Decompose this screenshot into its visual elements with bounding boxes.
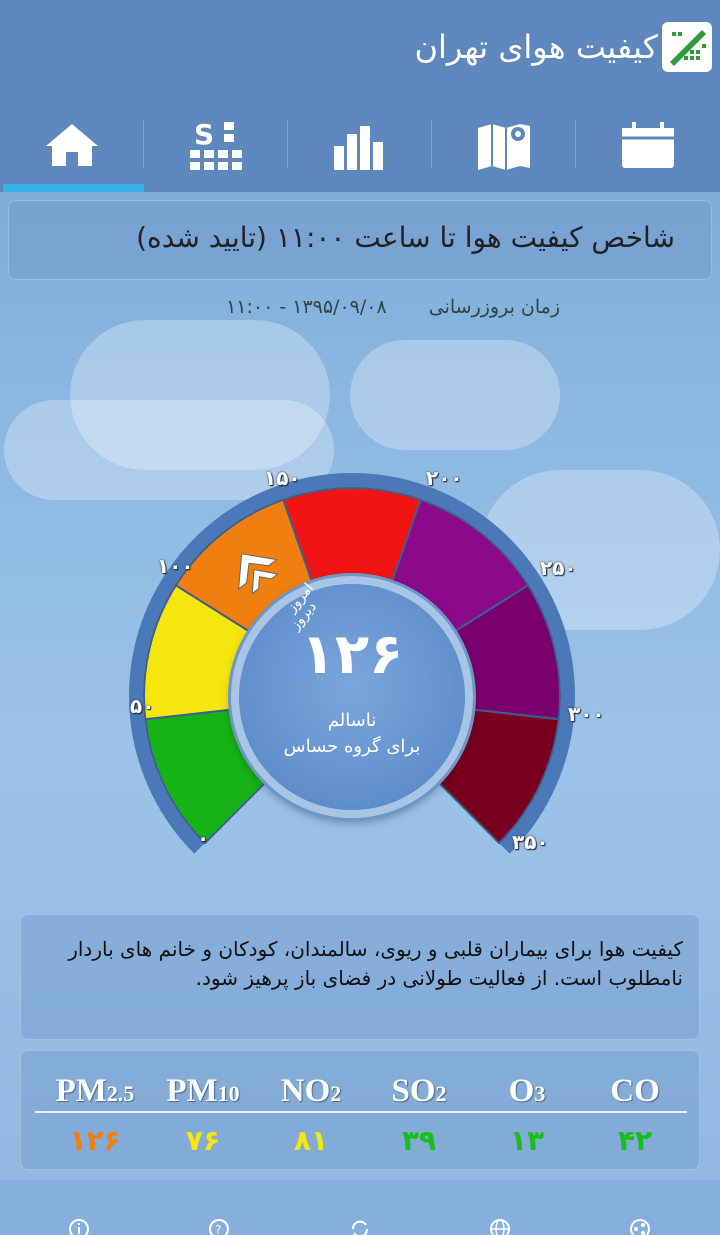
pollutant-value: ۱۲۶: [69, 1124, 121, 1157]
aqi-heading: شاخص کیفیت هوا تا ساعت ۱۱:۰۰ (تایید شده): [136, 221, 675, 254]
svg-text:S: S: [194, 120, 214, 151]
aqi-value: ۱۲۶: [300, 622, 404, 687]
calendar-icon: [622, 122, 674, 168]
bar-chart-icon: [334, 126, 383, 170]
pollutant-name: NO2: [257, 1073, 365, 1110]
pollutant-subscript: 2: [435, 1081, 447, 1106]
pollutant-base: PM: [55, 1073, 107, 1109]
pollutant-name: PM10: [149, 1073, 257, 1110]
pollutant-value: ۷۶: [185, 1124, 221, 1157]
tab-stations[interactable]: S: [144, 100, 288, 192]
help-icon[interactable]: ?: [208, 1218, 230, 1235]
pollutant-base: PM: [166, 1073, 218, 1109]
update-label: زمان بروزرسانی: [428, 296, 560, 318]
app-header: کیفیت هوای تهران: [0, 0, 720, 100]
cloud-decoration: [70, 320, 330, 470]
pollutant-column: SO2 ۳۹: [365, 1073, 473, 1157]
pollutant-column: PM2.5 ۱۲۶: [41, 1073, 149, 1157]
gauge-tick-100: ۱۰۰: [157, 554, 194, 578]
gauge-tick-200: ۲۰۰: [426, 466, 463, 490]
stations-grid-icon: S: [190, 120, 242, 170]
aqi-heading-box: شاخص کیفیت هوا تا ساعت ۱۱:۰۰ (تایید شده): [8, 200, 712, 280]
tab-home[interactable]: [0, 100, 144, 192]
pollutant-value: ۳۹: [401, 1124, 437, 1157]
pollutant-base: CO: [610, 1073, 660, 1109]
gauge-tick-250: ۲۵۰: [540, 556, 577, 580]
pollutant-subscript: 10: [217, 1081, 240, 1106]
pollutant-base: NO: [280, 1073, 331, 1109]
pollutant-name: PM2.5: [41, 1073, 149, 1110]
aqi-status-line2: برای گروه حساس: [283, 736, 421, 757]
pollutants-panel: PM2.5 ۱۲۶ PM10 ۷۶ NO2 ۸۱ SO2 ۳۹ O3 ۱۳ CO ۴۲: [20, 1050, 700, 1170]
tab-map[interactable]: [432, 100, 576, 192]
pollutant-column: O3 ۱۳: [473, 1073, 581, 1157]
gauge-tick-50: ۵۰: [130, 694, 155, 718]
gauge-tick-150: ۱۵۰: [264, 466, 301, 490]
pollutant-base: SO: [391, 1073, 436, 1109]
pollutant-base: O: [508, 1073, 535, 1109]
gauge-tick-300: ۳۰۰: [568, 702, 605, 726]
svg-text:?: ?: [215, 1223, 221, 1235]
gauge-tick-350: ۳۵۰: [512, 830, 549, 854]
share-icon[interactable]: [629, 1218, 651, 1235]
pollutant-column: NO2 ۸۱: [257, 1073, 365, 1157]
app-title: کیفیت هوای تهران: [414, 28, 658, 66]
aqi-status-line1: ناسالم: [327, 710, 377, 731]
home-icon: [46, 124, 98, 166]
bottom-bar: ?: [0, 1180, 720, 1235]
health-advice-text: کیفیت هوا برای بیماران قلبی و ریوی، سالم…: [68, 937, 683, 990]
pollutant-value: ۴۲: [617, 1124, 653, 1157]
health-advice-box: کیفیت هوا برای بیماران قلبی و ریوی، سالم…: [20, 914, 700, 1040]
tab-bar: S: [0, 100, 720, 192]
aqi-status: ناسالم برای گروه حساس: [239, 708, 465, 760]
pollutant-value: ۱۳: [509, 1124, 545, 1157]
tab-charts[interactable]: [288, 100, 432, 192]
tab-calendar[interactable]: [576, 100, 720, 192]
pollutant-subscript: 2: [330, 1081, 342, 1106]
gauge-tick-0: ۰: [197, 826, 210, 850]
app-logo: [662, 22, 712, 72]
update-time: ۱۳۹۵/۰۹/۰۸ - ۱۱:۰۰: [226, 296, 387, 318]
pollutant-name: SO2: [365, 1073, 473, 1110]
pollutant-subscript: 3: [534, 1081, 546, 1106]
globe-icon[interactable]: [489, 1218, 511, 1235]
pollutant-column: PM10 ۷۶: [149, 1073, 257, 1157]
map-pin-icon: [478, 124, 530, 170]
update-info: زمان بروزرسانی ۱۳۹۵/۰۹/۰۸ - ۱۱:۰۰: [160, 296, 560, 318]
pollutant-name: O3: [473, 1073, 581, 1110]
cloud-decoration: [350, 340, 560, 450]
refresh-icon[interactable]: [349, 1218, 371, 1235]
gauge-center: ۱۲۶ ناسالم برای گروه حساس: [231, 576, 473, 818]
pollutant-value: ۸۱: [293, 1124, 329, 1157]
pollutant-name: CO: [581, 1073, 689, 1110]
info-icon[interactable]: [68, 1218, 90, 1235]
pollutant-subscript: 2.5: [106, 1081, 135, 1106]
pollutant-column: CO ۴۲: [581, 1073, 689, 1157]
